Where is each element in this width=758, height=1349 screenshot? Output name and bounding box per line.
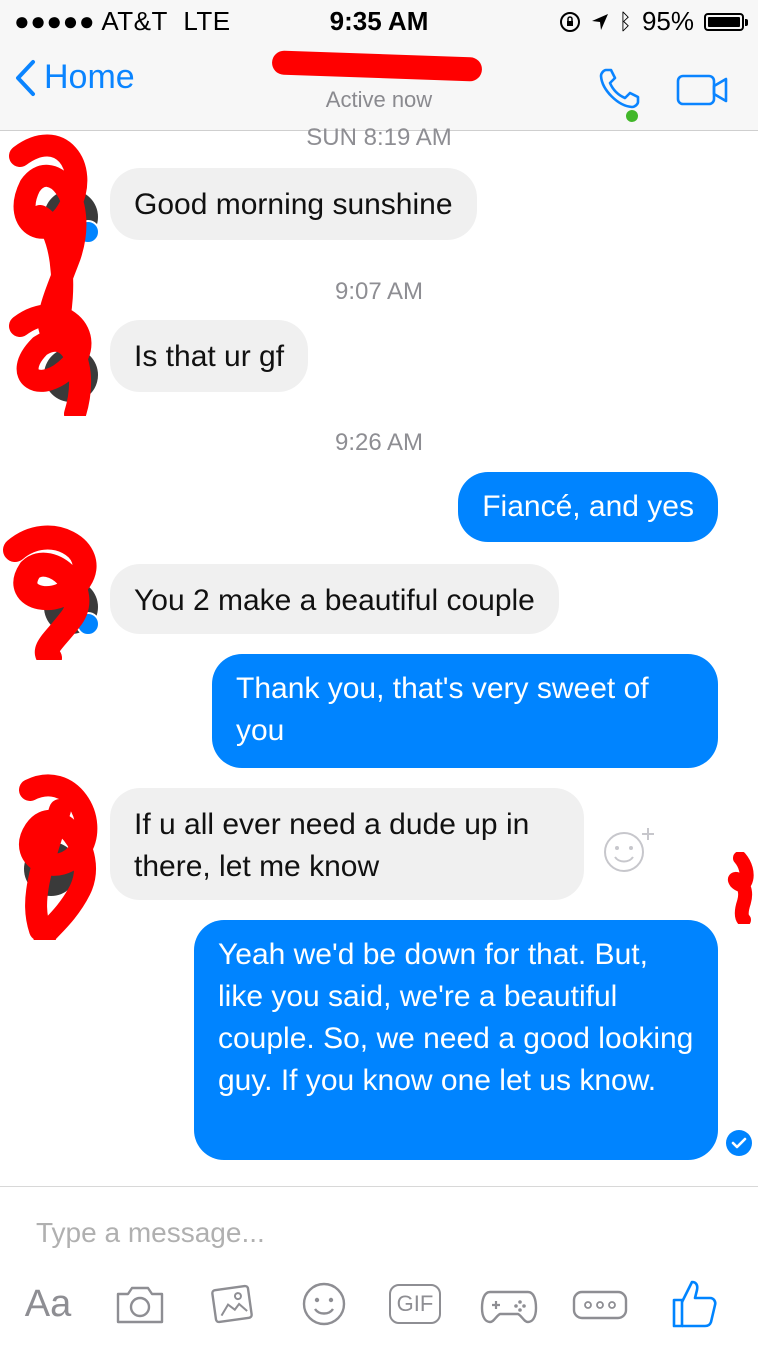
like-thumbs-up-icon[interactable] (666, 1276, 722, 1332)
redaction-scribble (727, 852, 754, 924)
add-reaction-icon[interactable] (600, 826, 662, 874)
status-bar: ●●●●● AT&T LTE 9:35 AM ᛒ 95% (0, 0, 758, 42)
more-options-icon[interactable] (570, 1276, 630, 1332)
composer-toolbar: Aa GIF (0, 1276, 758, 1336)
redacted-contact-name (271, 50, 483, 82)
message-input[interactable] (34, 1212, 718, 1254)
conversation-header: Home Active now (0, 42, 758, 131)
gif-button[interactable]: GIF (386, 1276, 444, 1332)
timestamp: SUN 8:19 AM (306, 124, 452, 151)
text-format-button[interactable]: Aa (18, 1276, 78, 1332)
delivered-check-icon (726, 1130, 752, 1156)
message-bubble-outgoing[interactable]: Thank you, that's very sweet of you (212, 654, 718, 768)
message-bubble-incoming[interactable]: If u all ever need a dude up in there, l… (110, 788, 584, 900)
emoji-icon[interactable] (296, 1276, 352, 1332)
message-bubble-incoming[interactable]: Good morning sunshine (110, 168, 477, 240)
redaction-scribble (9, 304, 92, 416)
status-right: ᛒ 95% (559, 6, 748, 37)
message-bubble-outgoing[interactable]: Fiancé, and yes (458, 472, 718, 542)
timestamp: 9:26 AM (334, 429, 424, 456)
gif-label: GIF (388, 1284, 442, 1324)
message-bubble-incoming[interactable]: You 2 make a beautiful couple (110, 564, 559, 634)
battery-percent: 95% (641, 6, 694, 36)
game-controller-icon[interactable] (478, 1276, 540, 1332)
active-indicator-dot (626, 110, 638, 122)
active-status: Active now (325, 87, 433, 112)
phone-call-icon[interactable] (596, 64, 644, 112)
video-call-icon[interactable] (676, 72, 730, 108)
bluetooth-icon: ᛒ (618, 8, 632, 34)
location-icon (591, 13, 608, 30)
message-bubble-incoming[interactable]: Is that ur gf (110, 320, 309, 392)
redaction-scribble (19, 774, 98, 940)
message-bubble-outgoing[interactable]: Yeah we'd be down for that. But, like yo… (194, 920, 718, 1160)
photo-gallery-icon[interactable] (204, 1276, 260, 1332)
redaction-scribble (3, 525, 97, 660)
timestamp: 9:07 AM (334, 278, 424, 305)
orientation-lock-icon (559, 11, 580, 32)
camera-icon[interactable] (112, 1276, 168, 1332)
battery-icon (704, 12, 748, 31)
composer-divider (0, 1186, 758, 1187)
